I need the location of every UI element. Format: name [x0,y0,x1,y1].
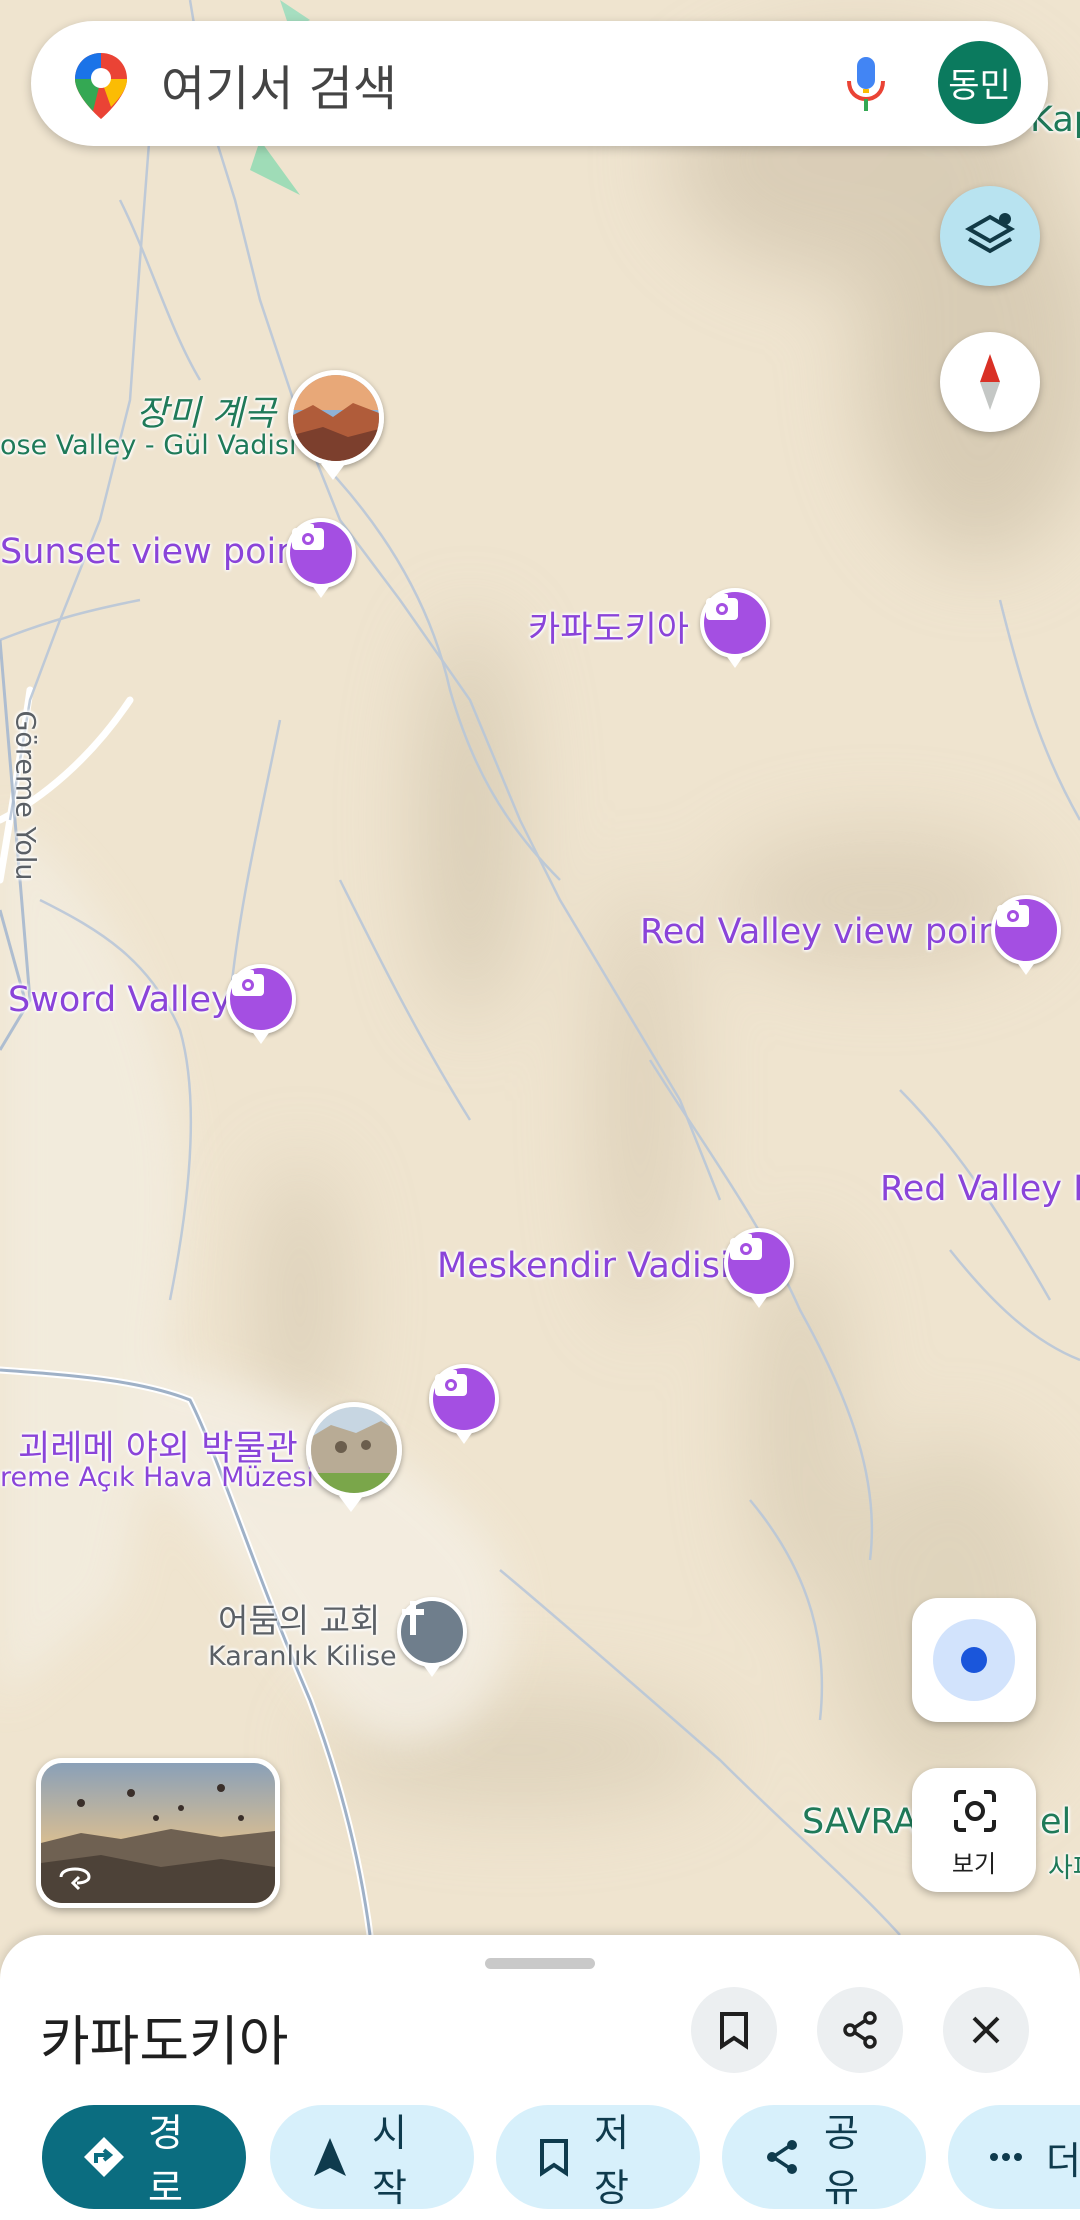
red-valley-view-point-label[interactable]: Red Valley view point [640,912,1014,952]
rotate-360-icon [59,1867,91,1891]
bookmark-icon [720,2012,748,2050]
share-chip-button[interactable]: 공유 [722,2105,926,2210]
red-valley-panorama-label[interactable]: Red Valley P [880,1169,1080,1209]
goreme-yolu-road-label: Göreme Yolu [9,710,41,881]
more-dots-icon [988,2151,1024,2163]
rose-valley-label-tr[interactable]: ose Valley - Gül Vadisi [0,430,296,461]
directions-icon [82,2135,126,2179]
save-label: 저장 [594,2111,629,2210]
more-label: 더 [1046,2138,1080,2183]
savra-sub-label[interactable]: 사파 [1048,1846,1080,1885]
meskendir-valley-label[interactable]: Meskendir Vadisi [437,1246,730,1286]
close-button[interactable] [943,1987,1029,2073]
search-input[interactable]: 여기서 검색 [161,49,397,119]
place-bottom-sheet[interactable]: 카파도키아 경로 시작 저장 공유 더 [0,1935,1080,2220]
close-icon [972,2016,1000,2044]
mic-icon[interactable] [831,49,901,119]
avatar[interactable]: 동민 [938,41,1021,124]
street-view-thumbnail[interactable] [36,1758,280,1908]
rose-valley-photo-marker[interactable] [288,370,384,466]
share-chip-icon [762,2137,802,2177]
sunset-view-point-label[interactable]: Sunset view point [0,532,312,572]
compass-icon [980,354,1000,410]
rose-valley-marker-tail [321,464,345,480]
more-button[interactable]: 더 [948,2105,1080,2209]
directions-button[interactable]: 경로 [42,2105,246,2210]
place-title: 카파도키아 [40,2010,289,2073]
meskendir-camera-icon[interactable] [724,1228,794,1308]
goreme-museum-thumbnail [311,1407,397,1493]
goreme-museum-photo-marker[interactable] [306,1402,402,1498]
google-maps-logo-icon [75,53,127,119]
rose-valley-thumbnail [293,375,379,461]
red-valley-view-point-camera-icon[interactable] [991,895,1061,975]
search-bar[interactable]: 여기서 검색 동민 [31,21,1048,146]
sword-valley-camera-icon[interactable] [226,964,296,1044]
goreme-museum-marker-tail [339,1496,363,1512]
rose-valley-label-ko[interactable]: 장미 계곡 [136,385,276,436]
sword-valley-label[interactable]: Sword Valley [8,980,232,1020]
layers-icon [964,213,1016,254]
savra-tail-label[interactable]: el S [1040,1802,1080,1842]
bookmark-button[interactable] [691,1987,777,2073]
savra-label[interactable]: SAVRA [802,1802,917,1842]
share-button[interactable] [817,1987,903,2073]
view-lens-button[interactable]: 보기 [912,1768,1036,1892]
church-cross-icon[interactable] [397,1597,467,1677]
goreme-museum-label-tr[interactable]: reme Açık Hava Müzesi [0,1462,314,1493]
start-button[interactable]: 시작 [270,2105,474,2210]
unnamed-camera-icon[interactable] [429,1364,499,1444]
share-icon [843,2011,877,2049]
directions-label: 경로 [148,2111,183,2210]
save-bookmark-icon [536,2137,572,2177]
navigation-arrow-icon [310,2136,350,2178]
cappadocia-camera-icon[interactable] [700,588,770,668]
start-label: 시작 [372,2111,407,2210]
compass-button[interactable] [940,332,1040,432]
lens-camera-icon [954,1790,996,1832]
view-lens-label: 보기 [951,1850,997,1878]
sunset-view-point-camera-icon[interactable] [286,518,356,598]
save-button[interactable]: 저장 [496,2105,700,2210]
my-location-button[interactable] [912,1598,1036,1722]
layers-button[interactable] [940,186,1040,286]
dark-church-label-tr[interactable]: Karanlık Kilise [208,1641,397,1672]
cappadocia-label[interactable]: 카파도키아 [528,601,689,652]
share-chip-label: 공유 [824,2111,859,2210]
drag-handle[interactable] [485,1958,595,1969]
dark-church-label-ko[interactable]: 어둠의 교회 [218,1594,380,1642]
my-location-icon [933,1619,1015,1701]
